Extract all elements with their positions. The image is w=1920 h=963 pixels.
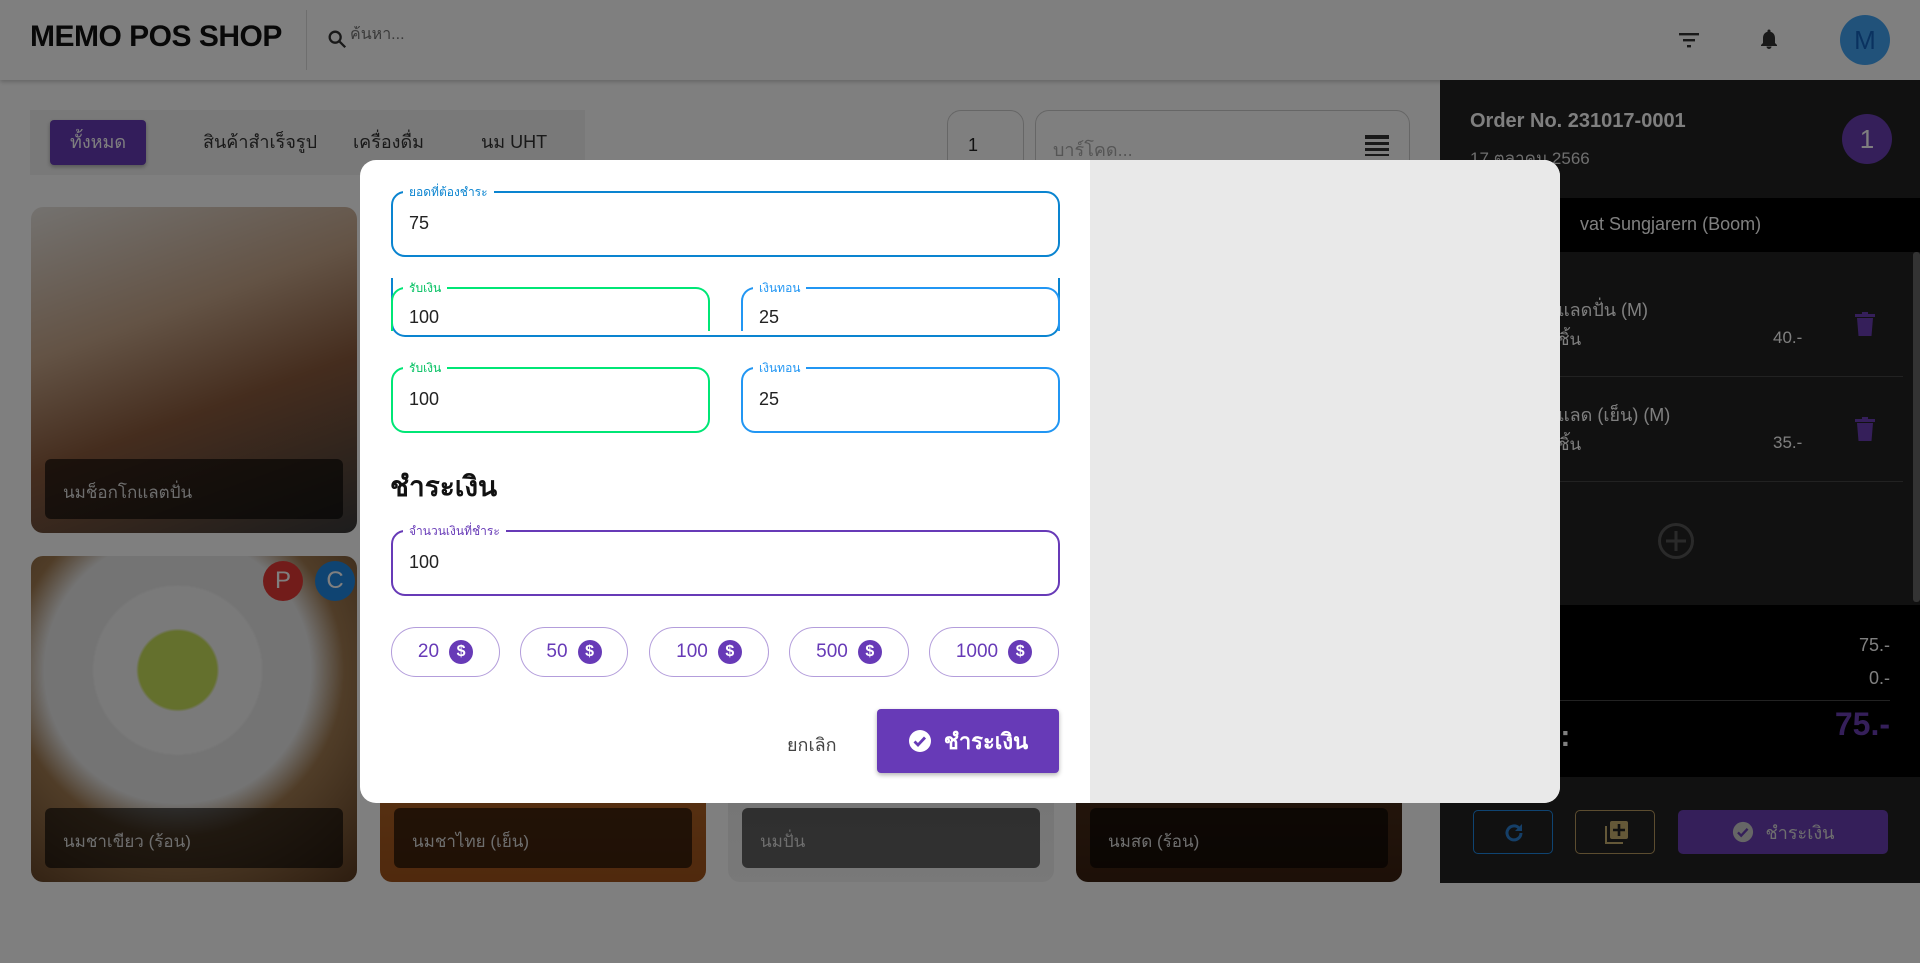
chip-label: 500 (816, 641, 848, 662)
change-field[interactable]: เงินทอน 25 (741, 279, 1060, 331)
received-field[interactable]: รับเงิน 100 (391, 279, 710, 331)
field-value: 100 (409, 389, 440, 409)
quick-amount-20[interactable]: 20 $ (391, 627, 500, 677)
quick-amount-500[interactable]: 500 $ (789, 627, 909, 677)
payment-dialog: ยอดที่ต้องชำระ 75 รับเงิน 100 เงินทอน 25… (360, 160, 1560, 803)
quick-amount-50[interactable]: 50 $ (520, 627, 628, 677)
payment-heading: ชำระเงิน (390, 471, 498, 502)
chip-label: 20 (417, 641, 440, 662)
keypad-area: 123123456789C000 (1090, 160, 1560, 803)
quick-amount-1000[interactable]: 1000 $ (929, 627, 1059, 677)
field-value: 75 (409, 213, 430, 233)
chip-label: 50 (546, 641, 568, 662)
confirm-label: ชำระเงิน (943, 728, 1029, 754)
change-field[interactable]: เงินทอน 25 (741, 359, 1060, 433)
dollar-icon: $ (449, 640, 474, 664)
field-value: 100 (409, 552, 440, 572)
quick-amount-100[interactable]: 100 $ (649, 627, 769, 677)
dollar-icon: $ (857, 640, 882, 664)
field-label: รับเงิน (403, 279, 448, 298)
field-value: 100 (409, 307, 440, 327)
check-circle-icon (908, 730, 931, 752)
field-label: เงินทอน (753, 359, 807, 378)
field-label: รับเงิน (403, 359, 448, 378)
dollar-icon: $ (717, 640, 742, 664)
field-label: เงินทอน (753, 279, 807, 298)
field-label: ยอดที่ต้องชำระ (403, 183, 494, 202)
amount-due-field[interactable]: ยอดที่ต้องชำระ 75 (391, 183, 1060, 257)
chip-label: 1000 (955, 641, 999, 662)
pay-amount-field[interactable]: จำนวนเงินที่ชำระ 100 (391, 522, 1060, 596)
field-label: จำนวนเงินที่ชำระ (403, 522, 506, 541)
field-value: 25 (759, 389, 780, 409)
dollar-icon: $ (1008, 640, 1033, 664)
received-field[interactable]: รับเงิน 100 (391, 359, 710, 433)
field-value: 25 (759, 307, 780, 327)
cancel-button[interactable]: ยกเลิก (787, 730, 837, 759)
dollar-icon: $ (577, 640, 602, 664)
confirm-payment-button[interactable]: ชำระเงิน (877, 709, 1059, 773)
chip-label: 100 (676, 641, 708, 662)
